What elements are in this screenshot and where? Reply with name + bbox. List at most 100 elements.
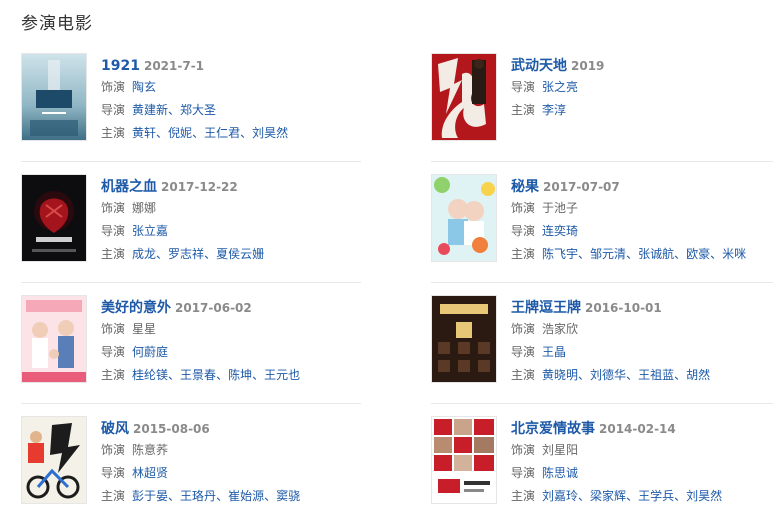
role-row: 饰演 娜娜 — [101, 197, 391, 220]
director-label: 导演 — [511, 224, 536, 238]
cast-row: 主演 彭于晏、王珞丹、崔始源、窦骁 — [101, 485, 391, 508]
director-link[interactable]: 林超贤 — [132, 466, 168, 480]
cast-link[interactable]: 崔始源 — [228, 489, 264, 503]
cast-link[interactable]: 夏侯云姗 — [216, 247, 264, 261]
name-separator: 、 — [192, 126, 205, 140]
role-row: 饰演 星星 — [101, 318, 391, 341]
role-row: 饰演 于池子 — [511, 197, 773, 220]
movie-poster[interactable] — [21, 53, 87, 141]
movie-title-link[interactable]: 秘果 — [511, 179, 539, 195]
movie-title-link[interactable]: 王牌逗王牌 — [511, 300, 581, 316]
director-row: 导演 何蔚庭 — [101, 341, 391, 364]
role-name: 陈意荞 — [132, 443, 169, 457]
director-label: 导演 — [511, 345, 536, 359]
movie-title-link[interactable]: 武动天地 — [511, 58, 567, 74]
cast-link[interactable]: 张诚航 — [638, 247, 674, 261]
director-label: 导演 — [511, 80, 536, 94]
cast-link[interactable]: 李淳 — [542, 103, 566, 117]
cast-link[interactable]: 成龙 — [132, 247, 156, 261]
cast-link[interactable]: 刘昊然 — [252, 126, 288, 140]
director-row: 导演 张之亮 — [511, 76, 773, 99]
movie-poster[interactable] — [431, 174, 497, 262]
movie-title-link[interactable]: 破风 — [101, 421, 129, 437]
name-separator: 、 — [156, 126, 169, 140]
cast-link[interactable]: 欧豪 — [686, 247, 710, 261]
cast-link[interactable]: 王珞丹 — [180, 489, 216, 503]
movie-poster[interactable] — [21, 174, 87, 262]
cast-label: 主演 — [511, 103, 536, 117]
director-link[interactable]: 张之亮 — [542, 80, 578, 94]
name-separator: 、 — [168, 489, 181, 503]
poster-pofeng-image — [22, 417, 86, 503]
director-label: 导演 — [511, 466, 536, 480]
movie-poster[interactable] — [21, 416, 87, 504]
cast-link[interactable]: 王学兵 — [638, 489, 674, 503]
name-separator: 、 — [156, 247, 169, 261]
row-divider — [431, 403, 773, 404]
release-date: 2016-10-01 — [585, 301, 662, 315]
cast-label: 主演 — [101, 368, 126, 382]
cast-label: 主演 — [511, 247, 536, 261]
cast-row: 主演 陈飞宇、邹元清、张诚航、欧豪、米咪 — [511, 243, 773, 266]
cast-link[interactable]: 彭于晏 — [132, 489, 168, 503]
director-label: 导演 — [101, 103, 126, 117]
poster-bleeding-steel-image — [22, 175, 86, 261]
cast-link[interactable]: 陈飞宇 — [542, 247, 578, 261]
cast-link[interactable]: 王元也 — [264, 368, 300, 382]
poster-mi-guo-image — [432, 175, 496, 261]
role-label: 饰演 — [511, 322, 536, 336]
movie-title-link[interactable]: 美好的意外 — [101, 300, 171, 316]
name-separator: 、 — [674, 489, 687, 503]
cast-link[interactable]: 梁家辉 — [590, 489, 626, 503]
director-link[interactable]: 何蔚庭 — [132, 345, 168, 359]
movie-card: 1921 2021-7-1 饰演 陶玄 导演 黄建新、郑大圣 主演 黄轩、倪妮、王仁君、… — [21, 53, 381, 153]
cast-link[interactable]: 王仁君 — [204, 126, 240, 140]
name-separator: 、 — [252, 368, 265, 382]
name-separator: 、 — [710, 247, 723, 261]
cast-link[interactable]: 邹元清 — [590, 247, 626, 261]
poster-1921-image — [22, 54, 86, 140]
release-date: 2017-06-02 — [175, 301, 252, 315]
movie-poster[interactable] — [431, 53, 497, 141]
cast-link[interactable]: 米咪 — [722, 247, 746, 261]
name-separator: 、 — [168, 103, 181, 117]
cast-link[interactable]: 王祖蓝 — [638, 368, 674, 382]
movie-poster[interactable] — [21, 295, 87, 383]
role-name-link[interactable]: 陶玄 — [132, 80, 156, 94]
movie-title-link[interactable]: 北京爱情故事 — [511, 421, 595, 437]
cast-link[interactable]: 罗志祥 — [168, 247, 204, 261]
row-divider — [21, 282, 361, 283]
director-row: 导演 林超贤 — [101, 462, 391, 485]
director-row: 导演 黄建新、郑大圣 — [101, 99, 391, 122]
director-link[interactable]: 郑大圣 — [180, 103, 216, 117]
cast-link[interactable]: 陈坤 — [228, 368, 252, 382]
cast-label: 主演 — [101, 247, 126, 261]
cast-link[interactable]: 刘德华 — [590, 368, 626, 382]
cast-link[interactable]: 刘嘉玲 — [542, 489, 578, 503]
role-label: 饰演 — [101, 201, 126, 215]
movie-poster[interactable] — [431, 416, 497, 504]
row-divider — [431, 161, 773, 162]
role-label: 饰演 — [511, 443, 536, 457]
cast-link[interactable]: 倪妮 — [168, 126, 192, 140]
cast-link[interactable]: 窦骁 — [276, 489, 300, 503]
director-link[interactable]: 张立嘉 — [132, 224, 168, 238]
cast-link[interactable]: 黄晓明 — [542, 368, 578, 382]
cast-link[interactable]: 黄轩 — [132, 126, 156, 140]
director-link[interactable]: 王晶 — [542, 345, 566, 359]
cast-link[interactable]: 刘昊然 — [686, 489, 722, 503]
movie-title-link[interactable]: 1921 — [101, 58, 140, 74]
cast-link[interactable]: 胡然 — [686, 368, 710, 382]
director-link[interactable]: 黄建新 — [132, 103, 168, 117]
row-divider — [21, 161, 361, 162]
cast-link[interactable]: 王景春 — [180, 368, 216, 382]
cast-label: 主演 — [101, 489, 126, 503]
director-link[interactable]: 陈思诚 — [542, 466, 578, 480]
movie-poster[interactable] — [431, 295, 497, 383]
movie-title-link[interactable]: 机器之血 — [101, 179, 157, 195]
poster-beijing-love-image — [432, 417, 496, 503]
director-link[interactable]: 连奕琦 — [542, 224, 578, 238]
poster-meihao-image — [22, 296, 86, 382]
cast-link[interactable]: 桂纶镁 — [132, 368, 168, 382]
name-separator: 、 — [578, 489, 591, 503]
